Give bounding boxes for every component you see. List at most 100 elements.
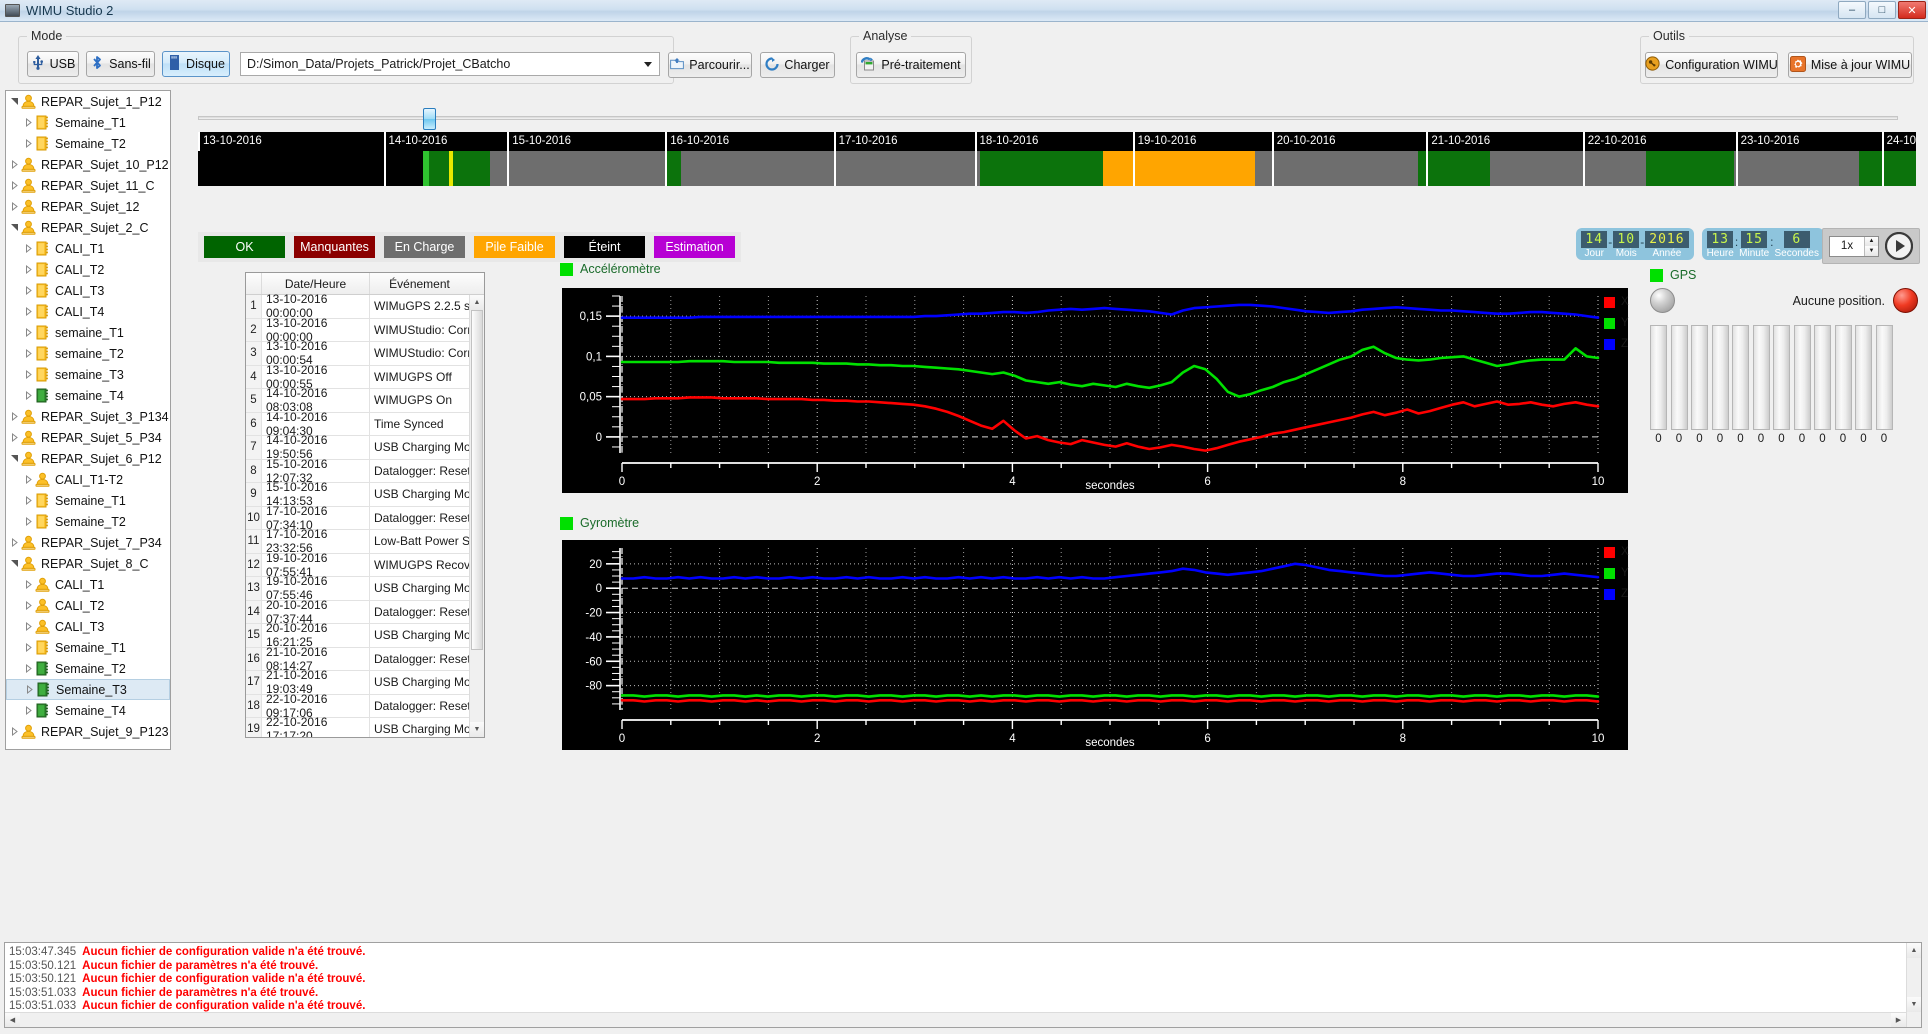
timeline-block[interactable] <box>979 151 1104 186</box>
status-legend-ok[interactable]: OK <box>204 236 285 258</box>
expand-collapse-icon-collapsed[interactable] <box>22 349 35 358</box>
mode-wireless-button[interactable]: Sans-fil <box>86 51 155 77</box>
mode-disk-button[interactable]: Disque <box>162 51 230 77</box>
expand-collapse-icon-expanded[interactable] <box>8 454 21 463</box>
expand-collapse-icon-collapsed[interactable] <box>23 685 36 694</box>
log-vertical-scrollbar[interactable]: ▲ ▼ <box>1906 943 1921 1027</box>
speed-stepper[interactable]: 1x ▲ ▼ <box>1829 235 1879 257</box>
expand-collapse-icon-expanded[interactable] <box>8 97 21 106</box>
timeline-block[interactable] <box>680 151 868 186</box>
tree-item-semaine-t2[interactable]: Semaine_T2 <box>6 511 170 532</box>
events-scroll-down-icon[interactable]: ▼ <box>470 722 484 737</box>
minute-cell[interactable]: 15 Minute <box>1739 231 1769 259</box>
tree-item-cali-t3[interactable]: CALI_T3 <box>6 280 170 301</box>
seconds-cell[interactable]: 6 Secondes <box>1775 231 1819 259</box>
tree-item-cali-t2[interactable]: CALI_T2 <box>6 259 170 280</box>
expand-collapse-icon-collapsed[interactable] <box>22 643 35 652</box>
project-tree[interactable]: REPAR_Sujet_1_P12 Semaine_T1 Semaine_T2 REP… <box>5 90 171 750</box>
speed-up-icon[interactable]: ▲ <box>1865 236 1878 246</box>
tree-item-semaine-t2[interactable]: Semaine_T2 <box>6 658 170 679</box>
expand-collapse-icon-collapsed[interactable] <box>22 139 35 148</box>
timeline-block[interactable] <box>1362 151 1418 186</box>
tree-item-cali-t1[interactable]: CALI_T1 <box>6 574 170 595</box>
timeline-scrollbar-thumb[interactable] <box>423 108 437 130</box>
pretreatment-button[interactable]: Pré-traitement <box>856 52 966 78</box>
tree-item-semaine-t4[interactable]: Semaine_T4 <box>6 700 170 721</box>
status-legend-éteint[interactable]: Éteint <box>564 236 645 258</box>
expand-collapse-icon-collapsed[interactable] <box>22 370 35 379</box>
timeline-block[interactable] <box>665 151 681 186</box>
expand-collapse-icon-collapsed[interactable] <box>22 517 35 526</box>
expand-collapse-icon-collapsed[interactable] <box>22 391 35 400</box>
timeline-block[interactable] <box>1094 151 1104 186</box>
expand-collapse-icon-collapsed[interactable] <box>22 622 35 631</box>
log-scroll-down-icon[interactable]: ▼ <box>1907 997 1921 1012</box>
expand-collapse-icon-collapsed[interactable] <box>8 538 21 547</box>
project-path-combobox[interactable]: D:/Simon_Data/Projets_Patrick/Projet_CBa… <box>240 52 660 76</box>
timeline-blocks[interactable] <box>198 151 1916 186</box>
events-table[interactable]: Date/Heure Événement 1 13-10-2016 00:00:0… <box>245 272 485 738</box>
timeline-block[interactable] <box>1417 151 1490 186</box>
log-scroll-up-icon[interactable]: ▲ <box>1907 943 1921 958</box>
year-cell[interactable]: 2016 Année <box>1645 231 1689 259</box>
legend-item-y[interactable]: Y <box>1604 317 1629 329</box>
tree-item-repar-sujet-5-p34[interactable]: REPAR_Sujet_5_P34 <box>6 427 170 448</box>
expand-collapse-icon-expanded[interactable] <box>8 559 21 568</box>
expand-collapse-icon-collapsed[interactable] <box>22 307 35 316</box>
mode-usb-button[interactable]: USB <box>27 51 79 77</box>
log-panel[interactable]: 15:03:47.345 Aucun fichier de configurati… <box>4 942 1922 1028</box>
tree-item-cali-t1[interactable]: CALI_T1 <box>6 238 170 259</box>
tree-item-repar-sujet-2-c[interactable]: REPAR_Sujet_2_C <box>6 217 170 238</box>
legend-item-z[interactable]: Z <box>1604 588 1629 600</box>
expand-collapse-icon-collapsed[interactable] <box>8 433 21 442</box>
timeline-block[interactable] <box>383 151 424 186</box>
expand-collapse-icon-collapsed[interactable] <box>22 664 35 673</box>
events-scrollbar[interactable]: ▲ ▼ <box>469 295 484 737</box>
expand-collapse-icon-collapsed[interactable] <box>22 475 35 484</box>
tree-item-repar-sujet-11-c[interactable]: REPAR_Sujet_11_C <box>6 175 170 196</box>
status-legend-en-charge[interactable]: En Charge <box>384 236 465 258</box>
hour-cell[interactable]: 13 Heure <box>1707 231 1734 259</box>
tree-item-repar-sujet-10-p12[interactable]: REPAR_Sujet_10_P12 <box>6 154 170 175</box>
gyroscope-plot[interactable]: 20 0 -20 -40 -60 -80 0 2 4 6 8 10 secondes <box>562 540 1628 750</box>
expand-collapse-icon-collapsed[interactable] <box>22 580 35 589</box>
tree-item-cali-t3[interactable]: CALI_T3 <box>6 616 170 637</box>
legend-item-x[interactable]: X <box>1604 296 1629 308</box>
expand-collapse-icon-collapsed[interactable] <box>22 328 35 337</box>
tree-item-repar-sujet-9-p123[interactable]: REPAR_Sujet_9_P123 <box>6 721 170 742</box>
month-cell[interactable]: 10 Mois <box>1613 231 1640 259</box>
time-group[interactable]: 13 Heure : 15 Minute : 6 Secondes <box>1701 228 1824 260</box>
expand-collapse-icon-collapsed[interactable] <box>22 496 35 505</box>
table-row[interactable]: 1922-10-2016 17:17:20 USB Charging Mode .… <box>246 715 484 737</box>
log-scroll-left-icon[interactable]: ◀ <box>5 1013 20 1027</box>
config-wimu-button[interactable]: Configuration WIMU <box>1645 52 1778 78</box>
tree-item-semaine-t1[interactable]: Semaine_T1 <box>6 637 170 658</box>
load-button[interactable]: Charger <box>760 52 835 78</box>
timeline-block[interactable] <box>448 151 454 186</box>
timeline-block[interactable] <box>558 151 666 186</box>
play-button[interactable] <box>1884 231 1914 261</box>
maximize-button[interactable]: □ <box>1868 1 1896 19</box>
expand-collapse-icon-collapsed[interactable] <box>8 181 21 190</box>
expand-collapse-icon-collapsed[interactable] <box>8 160 21 169</box>
tree-item-semaine-t3[interactable]: Semaine_T3 <box>6 679 170 700</box>
expand-collapse-icon-collapsed[interactable] <box>22 118 35 127</box>
legend-item-z[interactable]: Z <box>1604 338 1629 350</box>
timeline-block[interactable] <box>1807 151 1860 186</box>
tree-item-cali-t2[interactable]: CALI_T2 <box>6 595 170 616</box>
date-group[interactable]: 14 Jour - 10 Mois - 2016 Année <box>1576 228 1694 260</box>
timeline-block[interactable] <box>1103 151 1200 186</box>
legend-item-x[interactable]: X <box>1604 546 1629 558</box>
timeline-block[interactable] <box>490 151 559 186</box>
tree-item-repar-sujet-6-p12[interactable]: REPAR_Sujet_6_P12 <box>6 448 170 469</box>
expand-collapse-icon-expanded[interactable] <box>8 223 21 232</box>
timeline-block[interactable] <box>198 151 384 186</box>
chevron-down-icon[interactable] <box>644 61 652 67</box>
expand-collapse-icon-collapsed[interactable] <box>22 265 35 274</box>
tree-item-cali-t1-t2[interactable]: CALI_T1-T2 <box>6 469 170 490</box>
tree-item-semaine-t1[interactable]: Semaine_T1 <box>6 112 170 133</box>
accelerometer-plot[interactable]: 0,15 0,1 0,05 0 0 2 4 6 8 10 secondes <box>562 288 1628 493</box>
timeline-block[interactable] <box>1593 151 1647 186</box>
expand-collapse-icon-collapsed[interactable] <box>22 244 35 253</box>
expand-collapse-icon-collapsed[interactable] <box>22 706 35 715</box>
